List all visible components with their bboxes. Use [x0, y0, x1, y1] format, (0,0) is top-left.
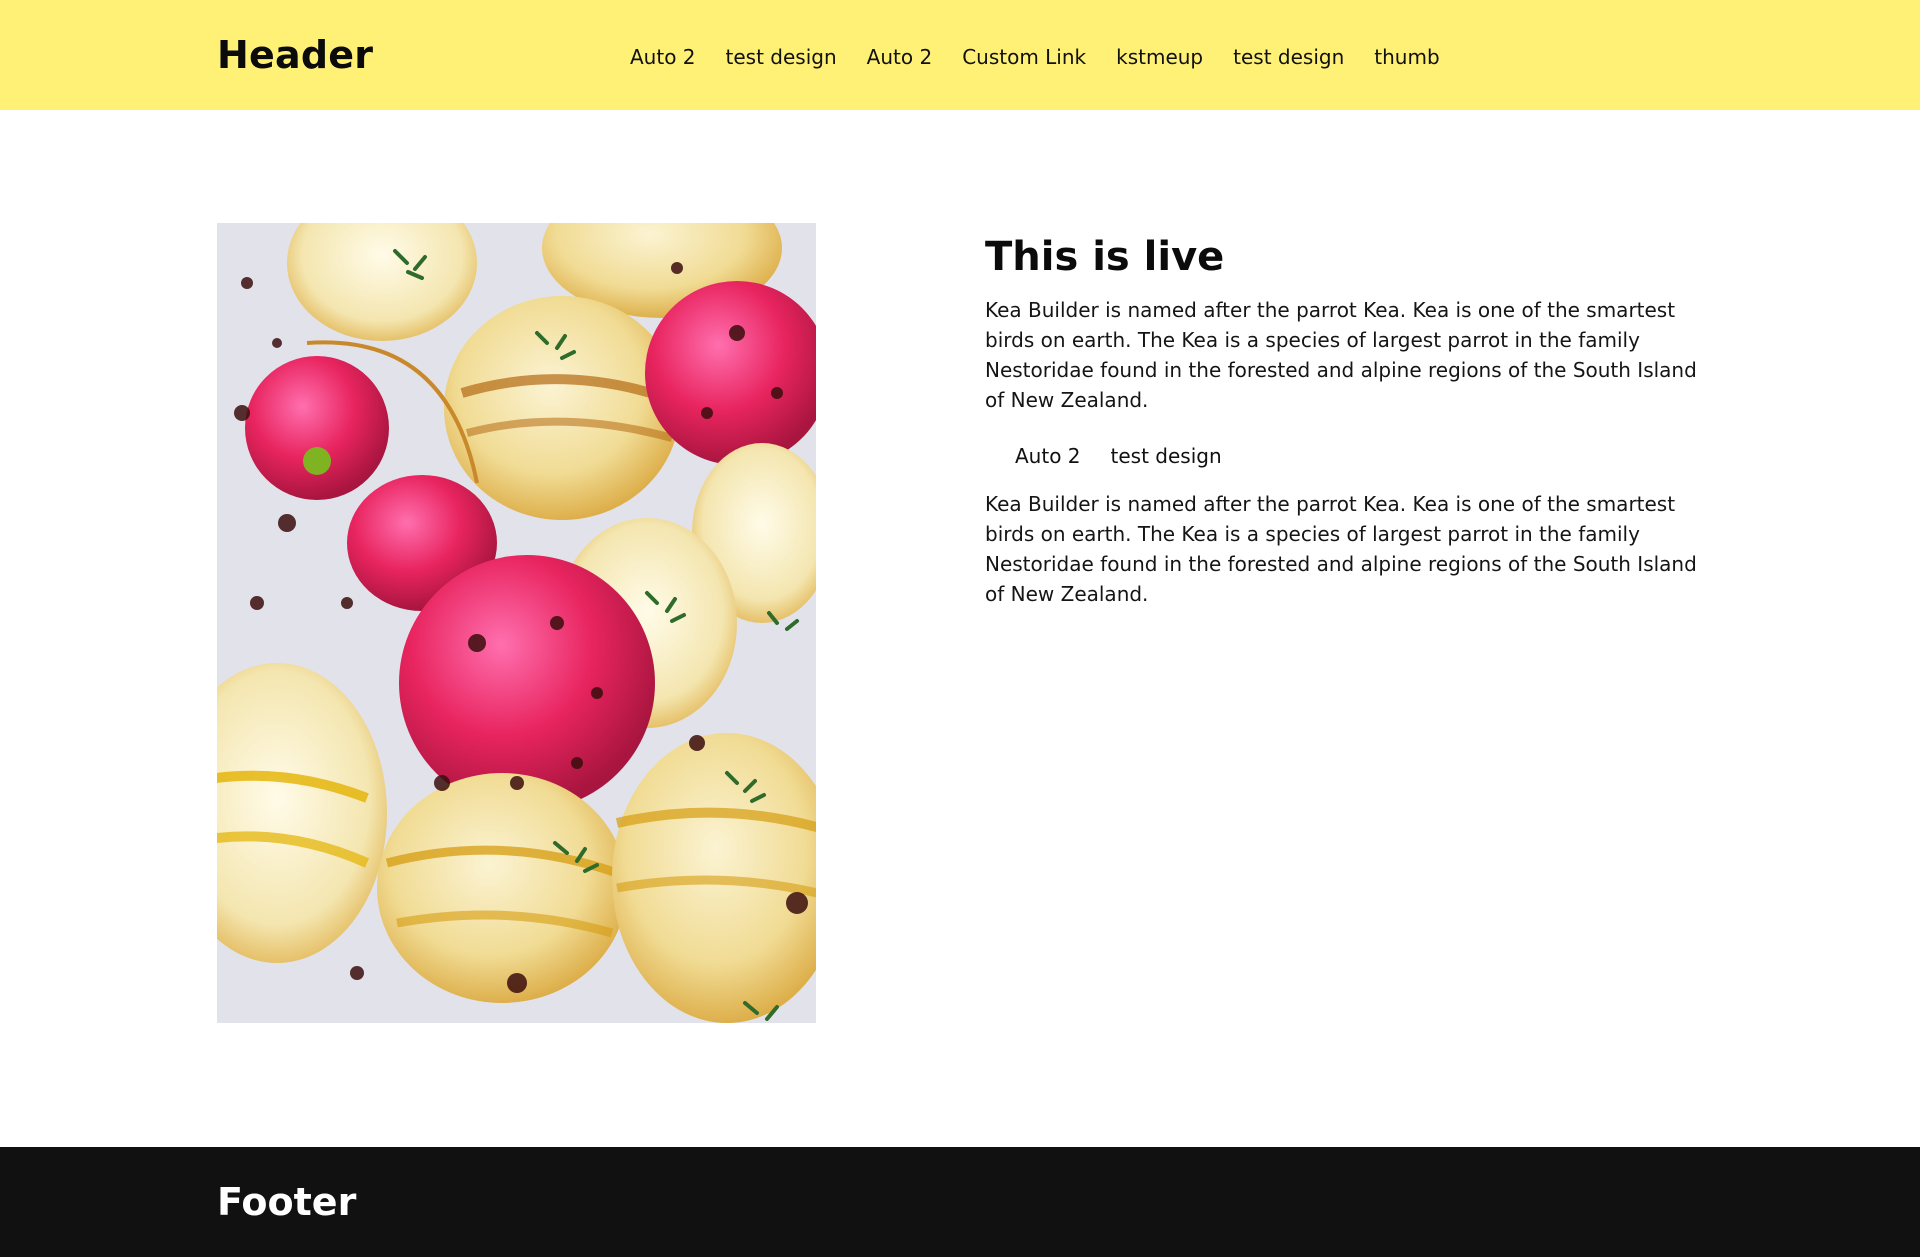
content-block: This is live Kea Builder is named after …: [985, 223, 1705, 609]
hero-image: [217, 223, 816, 1023]
nav-link-kstmeup[interactable]: kstmeup: [1116, 40, 1203, 74]
page-title: This is live: [985, 234, 1225, 280]
paragraph-2: Kea Builder is named after the parrot Ke…: [985, 492, 1697, 606]
nav-link-auto-2-second[interactable]: Auto 2: [867, 40, 933, 74]
main-nav: Auto 2 test design Auto 2 Custom Link ks…: [630, 40, 1440, 74]
paragraph-1: Kea Builder is named after the parrot Ke…: [985, 298, 1697, 412]
nav-link-custom-link[interactable]: Custom Link: [962, 40, 1086, 74]
site-logo[interactable]: Header: [217, 30, 373, 80]
nav-link-test-design[interactable]: test design: [726, 40, 837, 74]
inline-links: Auto 2 test design: [1015, 441, 1705, 471]
inline-link-auto-2[interactable]: Auto 2: [1015, 441, 1081, 471]
inline-link-test-design[interactable]: test design: [1111, 441, 1222, 471]
nav-link-thumb[interactable]: thumb: [1374, 40, 1439, 74]
nav-link-auto-2[interactable]: Auto 2: [630, 40, 696, 74]
site-header: Header Auto 2 test design Auto 2 Custom …: [0, 0, 1920, 110]
footer-logo: Footer: [217, 1180, 357, 1224]
nav-link-test-design-second[interactable]: test design: [1233, 40, 1344, 74]
site-footer: Footer: [0, 1147, 1920, 1257]
